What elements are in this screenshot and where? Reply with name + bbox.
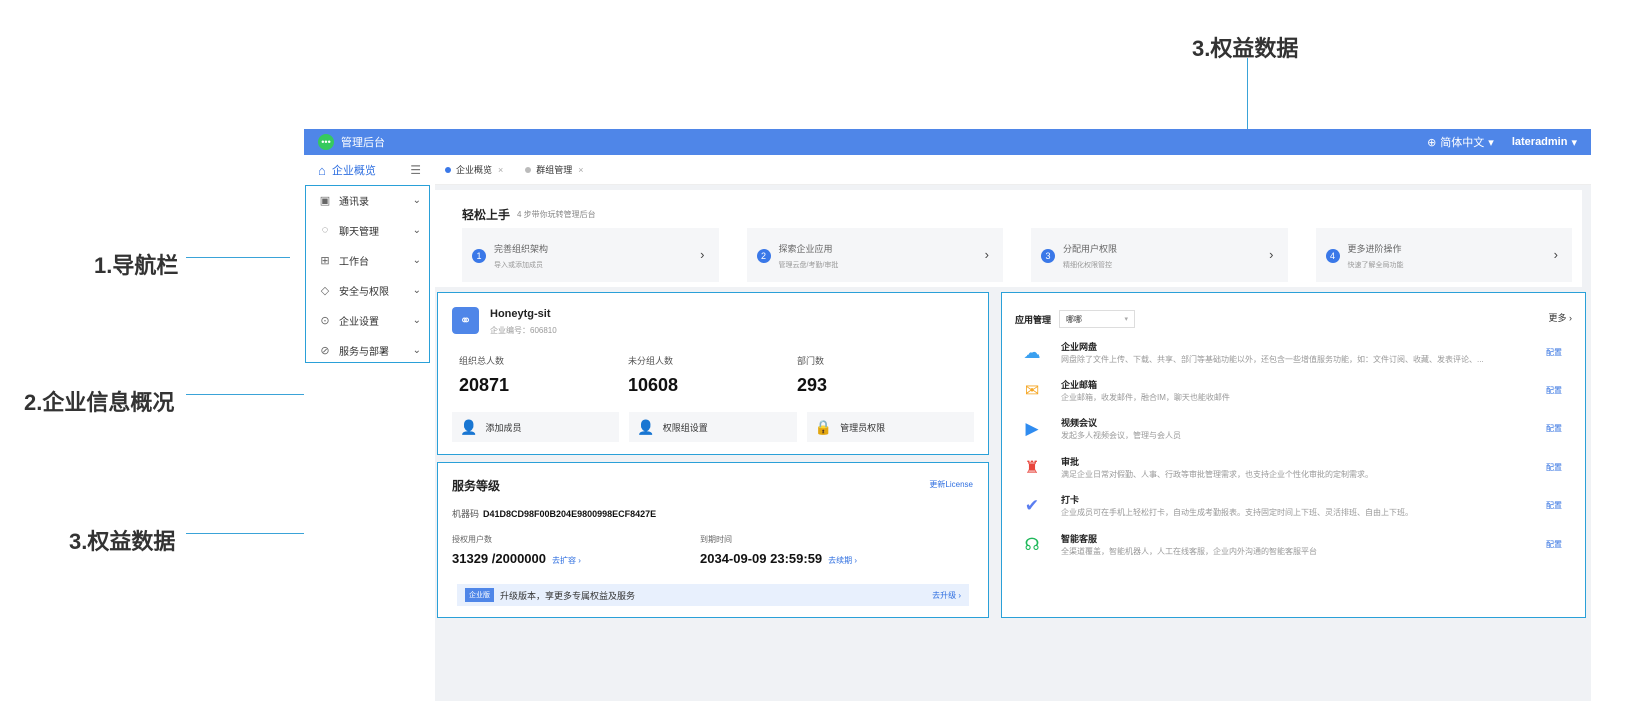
step-title: 更多进阶操作 xyxy=(1347,244,1402,254)
sidebar-item-label: 企业概览 xyxy=(331,165,376,177)
getting-started-panel: 轻松上手 4 步带你玩转管理后台 1 完善组织架构 导入或添加成员 › 2 探索… xyxy=(435,190,1582,287)
guide-subtitle: 4 步带你玩转管理后台 xyxy=(517,210,596,219)
chevron-right-icon: › xyxy=(984,247,989,262)
top-bar: ••• 管理后台 ⊕ 简体中文 ▾ lateradmin ▾ xyxy=(304,129,1591,155)
guide-step-3[interactable]: 3 分配用户权限 精细化权限管控 › xyxy=(1031,228,1288,282)
chat-logo-icon: ••• xyxy=(318,134,334,150)
chevron-right-icon: › xyxy=(1269,247,1274,262)
chevron-down-icon: ▾ xyxy=(1488,136,1494,149)
chevron-right-icon: › xyxy=(1553,247,1558,262)
company-highlight-box xyxy=(437,292,989,455)
home-icon: ⌂ xyxy=(318,162,326,178)
callout-company: 2.企业信息概况 xyxy=(24,390,175,415)
apps-highlight-box xyxy=(1001,292,1586,618)
step-title: 完善组织架构 xyxy=(494,244,549,254)
admin-console: ••• 管理后台 ⊕ 简体中文 ▾ lateradmin ▾ ⌂ 企业概览 ☰ … xyxy=(304,129,1591,701)
guide-step-1[interactable]: 1 完善组织架构 导入或添加成员 › xyxy=(462,228,719,282)
language-label: 简体中文 xyxy=(1440,137,1485,149)
callout-nav: 1.导航栏 xyxy=(94,253,179,278)
tab-bar: 企业概览 × 群组管理 × xyxy=(435,155,1591,185)
guide-step-2[interactable]: 2 探索企业应用 管理云盘/考勤/审批 › xyxy=(746,228,1003,282)
close-icon[interactable]: × xyxy=(578,165,583,175)
step-title: 分配用户权限 xyxy=(1063,244,1118,254)
step-title: 探索企业应用 xyxy=(778,244,833,254)
callout-rights-top: 3.权益数据 xyxy=(1192,36,1299,61)
step-desc: 导入或添加成员 xyxy=(494,262,543,269)
step-desc: 快速了解全局功能 xyxy=(1347,262,1404,269)
tab-groups[interactable]: 群组管理 × xyxy=(525,163,584,176)
close-icon[interactable]: × xyxy=(498,165,503,175)
inactive-dot-icon xyxy=(525,166,532,173)
service-highlight-box xyxy=(437,462,989,618)
chevron-right-icon: › xyxy=(700,247,705,262)
language-selector[interactable]: ⊕ 简体中文 ▾ xyxy=(1427,134,1494,150)
step-number: 3 xyxy=(1041,249,1055,263)
step-desc: 管理云盘/考勤/审批 xyxy=(778,262,839,269)
step-number: 1 xyxy=(472,249,486,263)
globe-icon: ⊕ xyxy=(1427,136,1437,149)
callout-nav-line xyxy=(186,257,290,258)
guide-step-4[interactable]: 4 更多进阶操作 快速了解全局功能 › xyxy=(1315,228,1572,282)
step-desc: 精细化权限管控 xyxy=(1063,262,1112,269)
user-menu[interactable]: lateradmin ▾ xyxy=(1512,136,1577,149)
chevron-down-icon: ▾ xyxy=(1571,136,1577,149)
guide-steps: 1 完善组织架构 导入或添加成员 › 2 探索企业应用 管理云盘/考勤/审批 ›… xyxy=(462,228,1572,282)
sidebar-item-overview[interactable]: ⌂ 企业概览 ☰ xyxy=(304,155,435,185)
user-name: lateradmin xyxy=(1511,136,1568,148)
tab-overview[interactable]: 企业概览 × xyxy=(445,163,503,176)
callout-rights-left: 3.权益数据 xyxy=(69,529,176,554)
tab-label: 企业概览 xyxy=(456,165,493,175)
collapse-menu-icon[interactable]: ☰ xyxy=(410,163,421,177)
active-dot-icon xyxy=(445,166,451,173)
guide-title: 轻松上手 xyxy=(462,208,511,222)
step-number: 4 xyxy=(1325,249,1340,263)
app-title: 管理后台 xyxy=(341,137,385,149)
tab-label: 群组管理 xyxy=(536,165,573,175)
nav-highlight-box xyxy=(305,185,430,363)
step-number: 2 xyxy=(756,249,771,263)
